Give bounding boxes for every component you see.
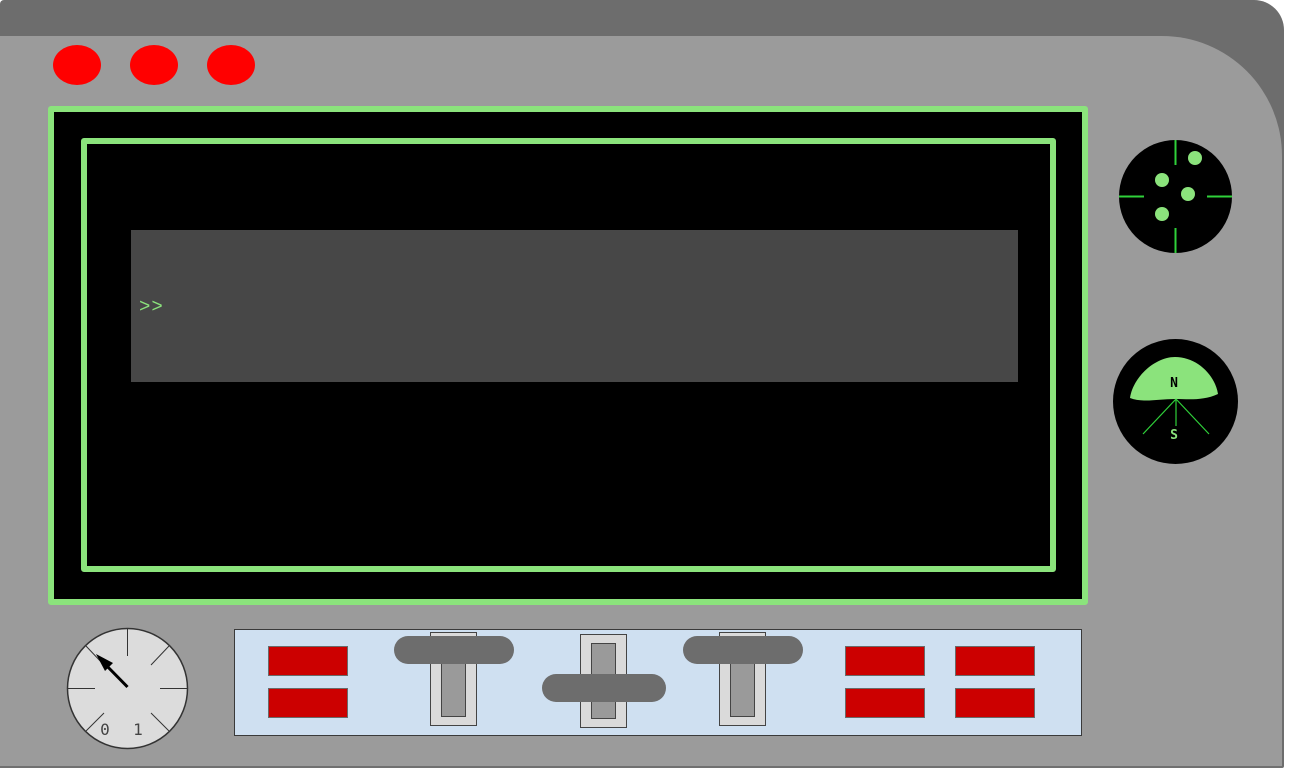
status-light-2[interactable]	[130, 45, 178, 85]
slider-handle-2[interactable]	[542, 674, 666, 702]
red-button-right-3[interactable]	[845, 688, 925, 718]
gauge-icon: 0 1	[66, 627, 189, 750]
command-prompt: >>	[139, 296, 164, 318]
slider-handle-3[interactable]	[683, 636, 803, 664]
status-light-3[interactable]	[207, 45, 255, 85]
red-button-left-2[interactable]	[268, 688, 348, 718]
compass-south-label: S	[1170, 428, 1178, 443]
gauge-label-left: 0	[100, 720, 110, 739]
gauge-label-right: 1	[133, 720, 143, 739]
compass-north-label: N	[1170, 376, 1178, 391]
control-deck	[234, 629, 1082, 736]
red-button-right-4[interactable]	[955, 688, 1035, 718]
red-button-left-1[interactable]	[268, 646, 348, 676]
radar-icon	[1119, 140, 1232, 253]
red-button-right-1[interactable]	[845, 646, 925, 676]
slider-handle-1[interactable]	[394, 636, 514, 664]
compass-icon[interactable]: N S	[1113, 339, 1238, 464]
red-button-right-2[interactable]	[955, 646, 1035, 676]
command-input[interactable]	[176, 292, 1010, 322]
status-light-1[interactable]	[53, 45, 101, 85]
